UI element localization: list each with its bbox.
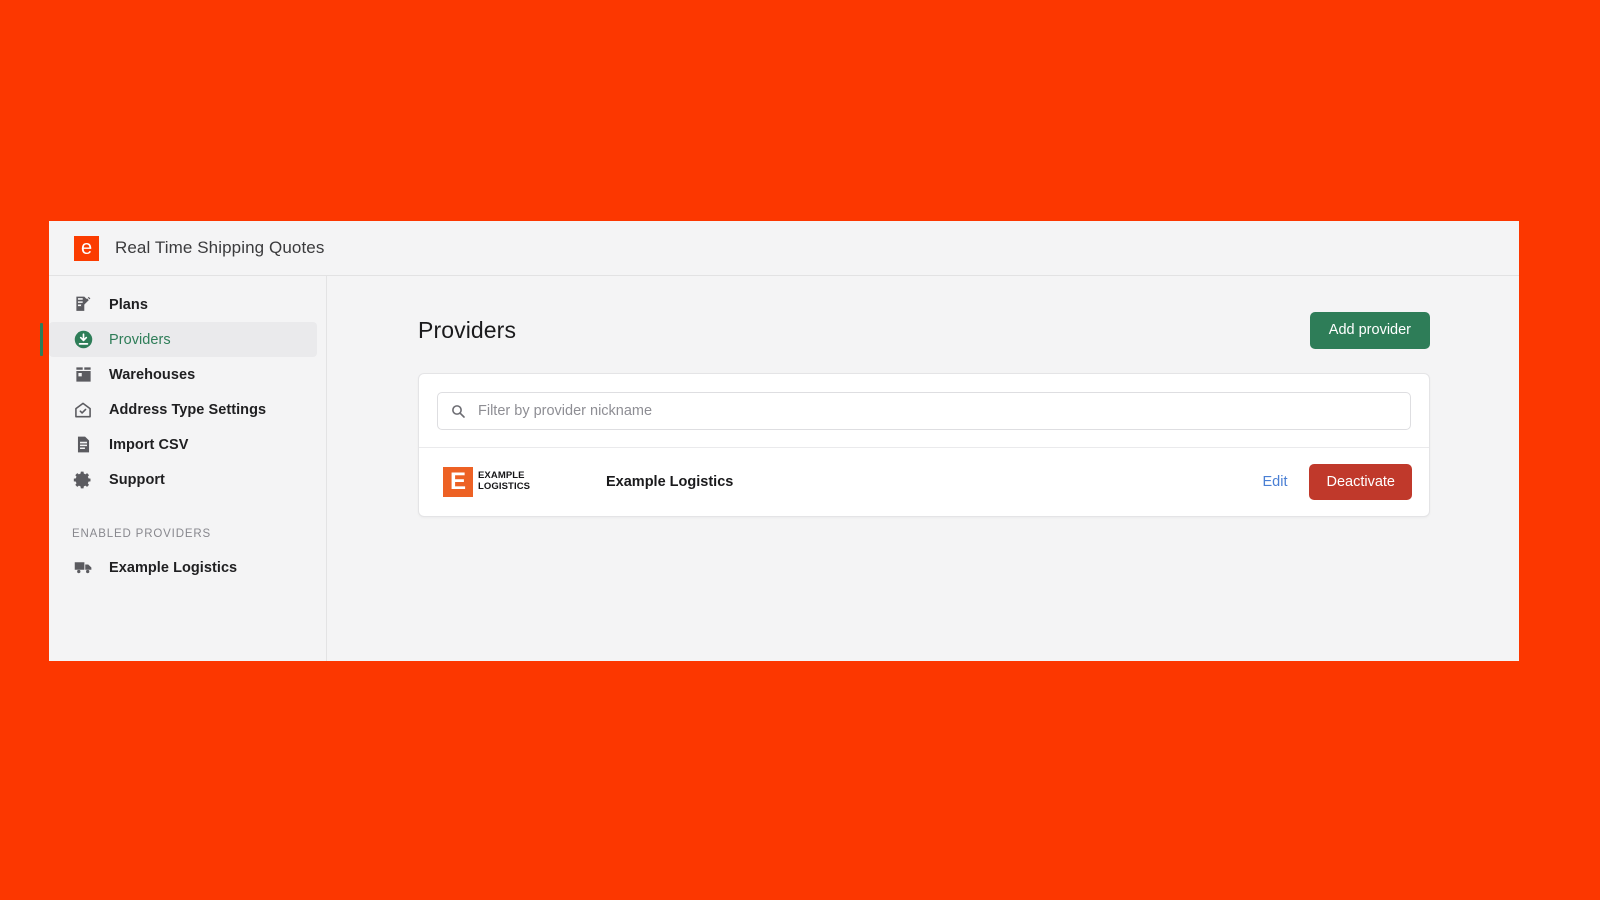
search-icon	[450, 403, 466, 419]
download-circle-icon	[72, 329, 94, 351]
edit-provider-link[interactable]: Edit	[1262, 474, 1287, 490]
add-provider-button[interactable]: Add provider	[1309, 312, 1430, 349]
provider-logo: E EXAMPLE LOGISTICS	[443, 466, 593, 497]
page-header: Providers Add provider	[418, 312, 1430, 349]
sidebar-item-label: Import CSV	[109, 436, 189, 453]
document-pencil-icon	[72, 294, 94, 316]
truck-icon	[72, 557, 94, 579]
app-title: Real Time Shipping Quotes	[115, 238, 325, 257]
sidebar-item-label: Providers	[109, 331, 171, 348]
home-check-icon	[72, 399, 94, 421]
brand-logo-icon: e	[74, 235, 99, 261]
app-body: Plans Providers Warehouses Address Type …	[40, 276, 1519, 661]
document-icon	[72, 434, 94, 456]
sidebar-item-import-csv[interactable]: Import CSV	[49, 427, 317, 462]
provider-logo-letter: E	[449, 467, 466, 495]
sidebar: Plans Providers Warehouses Address Type …	[40, 276, 327, 661]
provider-name: Example Logistics	[606, 473, 734, 490]
provider-logo-line2: LOGISTICS	[478, 480, 531, 492]
sidebar-item-label: Support	[109, 471, 165, 488]
sidebar-item-label: Warehouses	[109, 366, 196, 383]
enabled-provider-item-example-logistics[interactable]: Example Logistics	[49, 550, 317, 585]
providers-filter-section	[419, 374, 1429, 448]
gear-icon	[72, 469, 94, 491]
providers-card: E EXAMPLE LOGISTICS Example Logistics Ed…	[418, 372, 1430, 517]
provider-logo-mark-icon: E	[443, 466, 473, 497]
box-icon	[72, 364, 94, 386]
enabled-provider-label: Example Logistics	[109, 559, 238, 576]
deactivate-provider-button[interactable]: Deactivate	[1309, 463, 1412, 500]
sidebar-item-label: Plans	[109, 296, 148, 313]
search-box[interactable]	[437, 391, 1411, 430]
search-input[interactable]	[478, 402, 1398, 419]
app-header: e Real Time Shipping Quotes	[49, 221, 1519, 276]
sidebar-item-label: Address Type Settings	[109, 401, 267, 418]
provider-row-actions: Edit Deactivate	[1262, 463, 1412, 500]
app-window: e Real Time Shipping Quotes Plans Provid…	[40, 221, 1519, 661]
sidebar-item-plans[interactable]: Plans	[49, 287, 317, 322]
sidebar-item-warehouses[interactable]: Warehouses	[49, 357, 317, 392]
sidebar-item-address-type-settings[interactable]: Address Type Settings	[49, 392, 317, 427]
enabled-providers-heading: ENABLED PROVIDERS	[72, 528, 212, 540]
sidebar-item-providers[interactable]: Providers	[40, 322, 317, 357]
main-content: Providers Add provider Filter by provide…	[327, 276, 1519, 661]
page-title: Providers	[418, 316, 517, 343]
sidebar-item-support[interactable]: Support	[49, 462, 317, 497]
provider-row: E EXAMPLE LOGISTICS Example Logistics Ed…	[419, 448, 1429, 517]
provider-logo-wordmark: EXAMPLE LOGISTICS	[478, 471, 530, 492]
